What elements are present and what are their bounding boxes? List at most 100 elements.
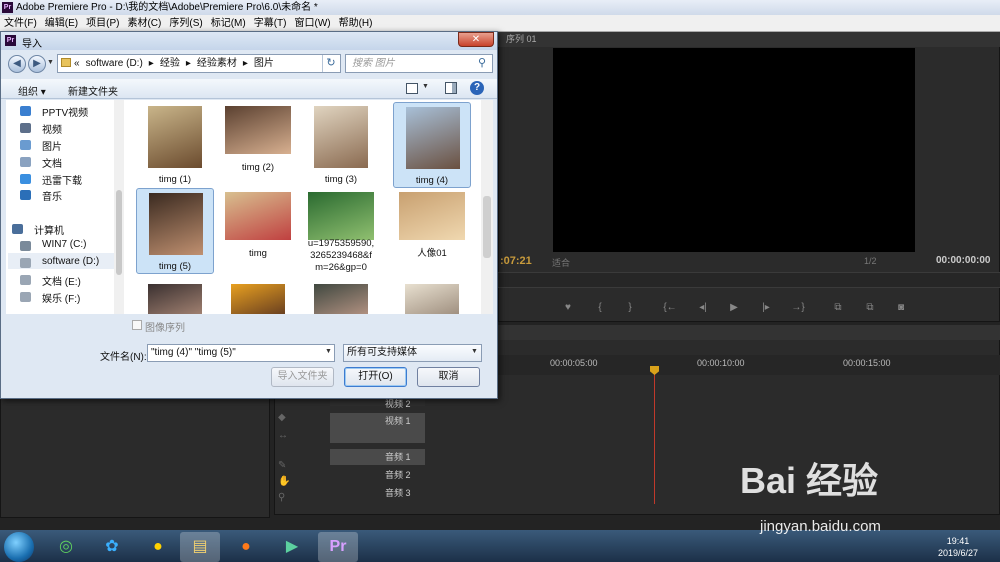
chevron-down-icon[interactable]: ▼ [325, 348, 332, 355]
marker-icon[interactable]: ♥ [558, 299, 578, 317]
explorer-icon[interactable]: ▤ [180, 532, 220, 562]
file-tile[interactable]: timg (3) [302, 102, 380, 188]
nav-item[interactable]: 视频 [42, 121, 62, 136]
nav-item[interactable]: 音乐 [42, 188, 62, 203]
nav-item[interactable]: 文档 (E:) [42, 273, 81, 288]
breadcrumb-item[interactable]: 经验素材 [197, 58, 237, 69]
menu-item[interactable]: 字幕(T) [250, 15, 291, 32]
file-tile[interactable] [393, 280, 471, 314]
go-to-in-icon[interactable]: {← [660, 299, 680, 317]
track-audio-2[interactable]: 音频 2 [330, 467, 425, 483]
razor-tool-icon[interactable]: ◆ [278, 412, 294, 426]
track-video-1[interactable]: 视频 1 [330, 413, 425, 443]
mark-in-icon[interactable]: { [590, 299, 610, 317]
lift-icon[interactable]: ⧉ [828, 299, 848, 317]
image-sequence-checkbox[interactable] [132, 320, 142, 330]
open-button[interactable]: 打开(O) [344, 367, 407, 387]
pen-tool-icon[interactable]: ✎ [278, 460, 294, 474]
file-tile[interactable] [136, 280, 214, 314]
go-to-out-icon[interactable]: →} [788, 299, 808, 317]
filename-input[interactable]: "timg (4)" "timg (5)" [147, 344, 335, 362]
file-scrollbar-thumb[interactable] [483, 196, 491, 258]
step-forward-icon[interactable]: |▸ [756, 299, 776, 317]
file-tile[interactable] [219, 280, 297, 314]
nav-scrollbar-thumb[interactable] [116, 190, 122, 275]
tray-clock[interactable]: 19:41 2019/6/27 [938, 535, 978, 559]
breadcrumb-separator-icon[interactable]: « [74, 58, 80, 69]
zoom-tool-icon[interactable]: ⚲ [278, 492, 294, 506]
breadcrumb-separator-icon[interactable]: ▸ [243, 58, 248, 69]
forward-arrow-icon[interactable]: ▶ [28, 55, 46, 73]
breadcrumb-separator-icon[interactable]: ▸ [149, 58, 154, 69]
view-mode-icon[interactable] [406, 83, 418, 94]
file-tile[interactable]: timg (1) [136, 102, 214, 188]
menu-item[interactable]: 标记(M) [207, 15, 250, 32]
search-icon[interactable]: ⚲ [478, 56, 486, 69]
back-arrow-icon[interactable]: ◀ [8, 55, 26, 73]
file-tile[interactable]: timg (4) [393, 102, 471, 188]
track-audio-1[interactable]: 音频 1 [330, 449, 425, 465]
monitor-timecode-left[interactable]: :07:21 [500, 255, 532, 267]
firefox-icon[interactable]: ● [226, 532, 266, 562]
help-icon[interactable]: ? [470, 81, 484, 95]
premiere-taskbar-icon[interactable]: Pr [318, 532, 358, 562]
hand-tool-icon[interactable]: ✋ [278, 476, 294, 490]
search-input[interactable]: 搜索 图片 [345, 54, 493, 73]
monitor-tab[interactable]: 序列 01 [498, 32, 1000, 47]
menu-item[interactable]: 帮助(H) [335, 15, 377, 32]
chevron-down-icon[interactable]: ▼ [47, 59, 54, 66]
taskbar-app-icon[interactable]: ◎ [46, 532, 86, 562]
cancel-button[interactable]: 取消 [417, 367, 480, 387]
chevron-down-icon[interactable]: ▼ [471, 348, 478, 355]
qq-icon[interactable]: ● [138, 532, 178, 562]
menu-item[interactable]: 文件(F) [0, 15, 41, 32]
nav-item[interactable]: 迅雷下载 [42, 172, 82, 187]
file-tile[interactable] [302, 280, 380, 314]
export-frame-icon[interactable]: ◙ [891, 299, 911, 317]
file-type-select[interactable]: 所有可支持媒体 [343, 344, 482, 362]
import-folder-button[interactable]: 导入文件夹 [271, 367, 334, 387]
taskbar-app-icon[interactable]: ✿ [92, 532, 132, 562]
organize-menu[interactable]: 组织 ▾ [18, 83, 46, 98]
close-icon[interactable]: ✕ [458, 32, 494, 47]
nav-item[interactable]: WIN7 (C:) [42, 239, 86, 250]
menu-item[interactable]: 窗口(W) [290, 15, 334, 32]
refresh-icon[interactable]: ↻ [322, 55, 339, 72]
play-icon[interactable]: ▶ [724, 299, 744, 317]
breadcrumb-separator-icon[interactable]: ▸ [186, 58, 191, 69]
step-back-icon[interactable]: ◂| [693, 299, 713, 317]
monitor-timecode-right[interactable]: 00:00:00:00 [936, 255, 990, 266]
menu-item[interactable]: 编辑(E) [41, 15, 82, 32]
new-folder-button[interactable]: 新建文件夹 [68, 83, 118, 98]
file-tile[interactable]: timg (2) [219, 102, 297, 188]
breadcrumb-item[interactable]: software (D:) [86, 58, 143, 69]
file-tile[interactable]: timg [219, 188, 297, 274]
track-audio-3[interactable]: 音频 3 [330, 485, 425, 501]
preview-pane-icon[interactable] [445, 82, 457, 94]
file-tile[interactable]: timg (5) [136, 188, 214, 274]
nav-item[interactable]: 图片 [42, 138, 62, 153]
slip-tool-icon[interactable]: ↔ [278, 430, 294, 444]
nav-item[interactable]: 计算机 [34, 222, 64, 237]
monitor-resolution-select[interactable]: 1/2 [864, 256, 877, 266]
chevron-down-icon[interactable]: ▼ [422, 83, 429, 90]
playhead-line[interactable] [654, 366, 655, 504]
extract-icon[interactable]: ⧉ [860, 299, 880, 317]
breadcrumb-item[interactable]: 图片 [254, 58, 274, 69]
file-tile[interactable]: 人像01 [393, 188, 471, 274]
file-tile[interactable]: u=1975359590, 3265239468&f m=26&gp=0 [302, 188, 380, 274]
monitor-fit-select[interactable]: 适合 [552, 256, 570, 269]
breadcrumb-item[interactable]: 经验 [160, 58, 180, 69]
menu-item[interactable]: 项目(P) [82, 15, 123, 32]
nav-item[interactable]: PPTV视频 [42, 104, 88, 119]
taskbar-app-icon[interactable]: ▶ [272, 532, 312, 562]
address-bar[interactable]: « software (D:) ▸ 经验 ▸ 经验素材 ▸ 图片 [57, 54, 341, 73]
menu-item[interactable]: 序列(S) [165, 15, 206, 32]
monitor-ruler[interactable] [498, 272, 1000, 288]
nav-item[interactable]: 文档 [42, 155, 62, 170]
nav-item[interactable]: software (D:) [42, 256, 99, 267]
mark-out-icon[interactable]: } [620, 299, 640, 317]
nav-item[interactable]: 娱乐 (F:) [42, 290, 80, 305]
menu-item[interactable]: 素材(C) [123, 15, 165, 32]
start-button[interactable] [4, 532, 34, 562]
